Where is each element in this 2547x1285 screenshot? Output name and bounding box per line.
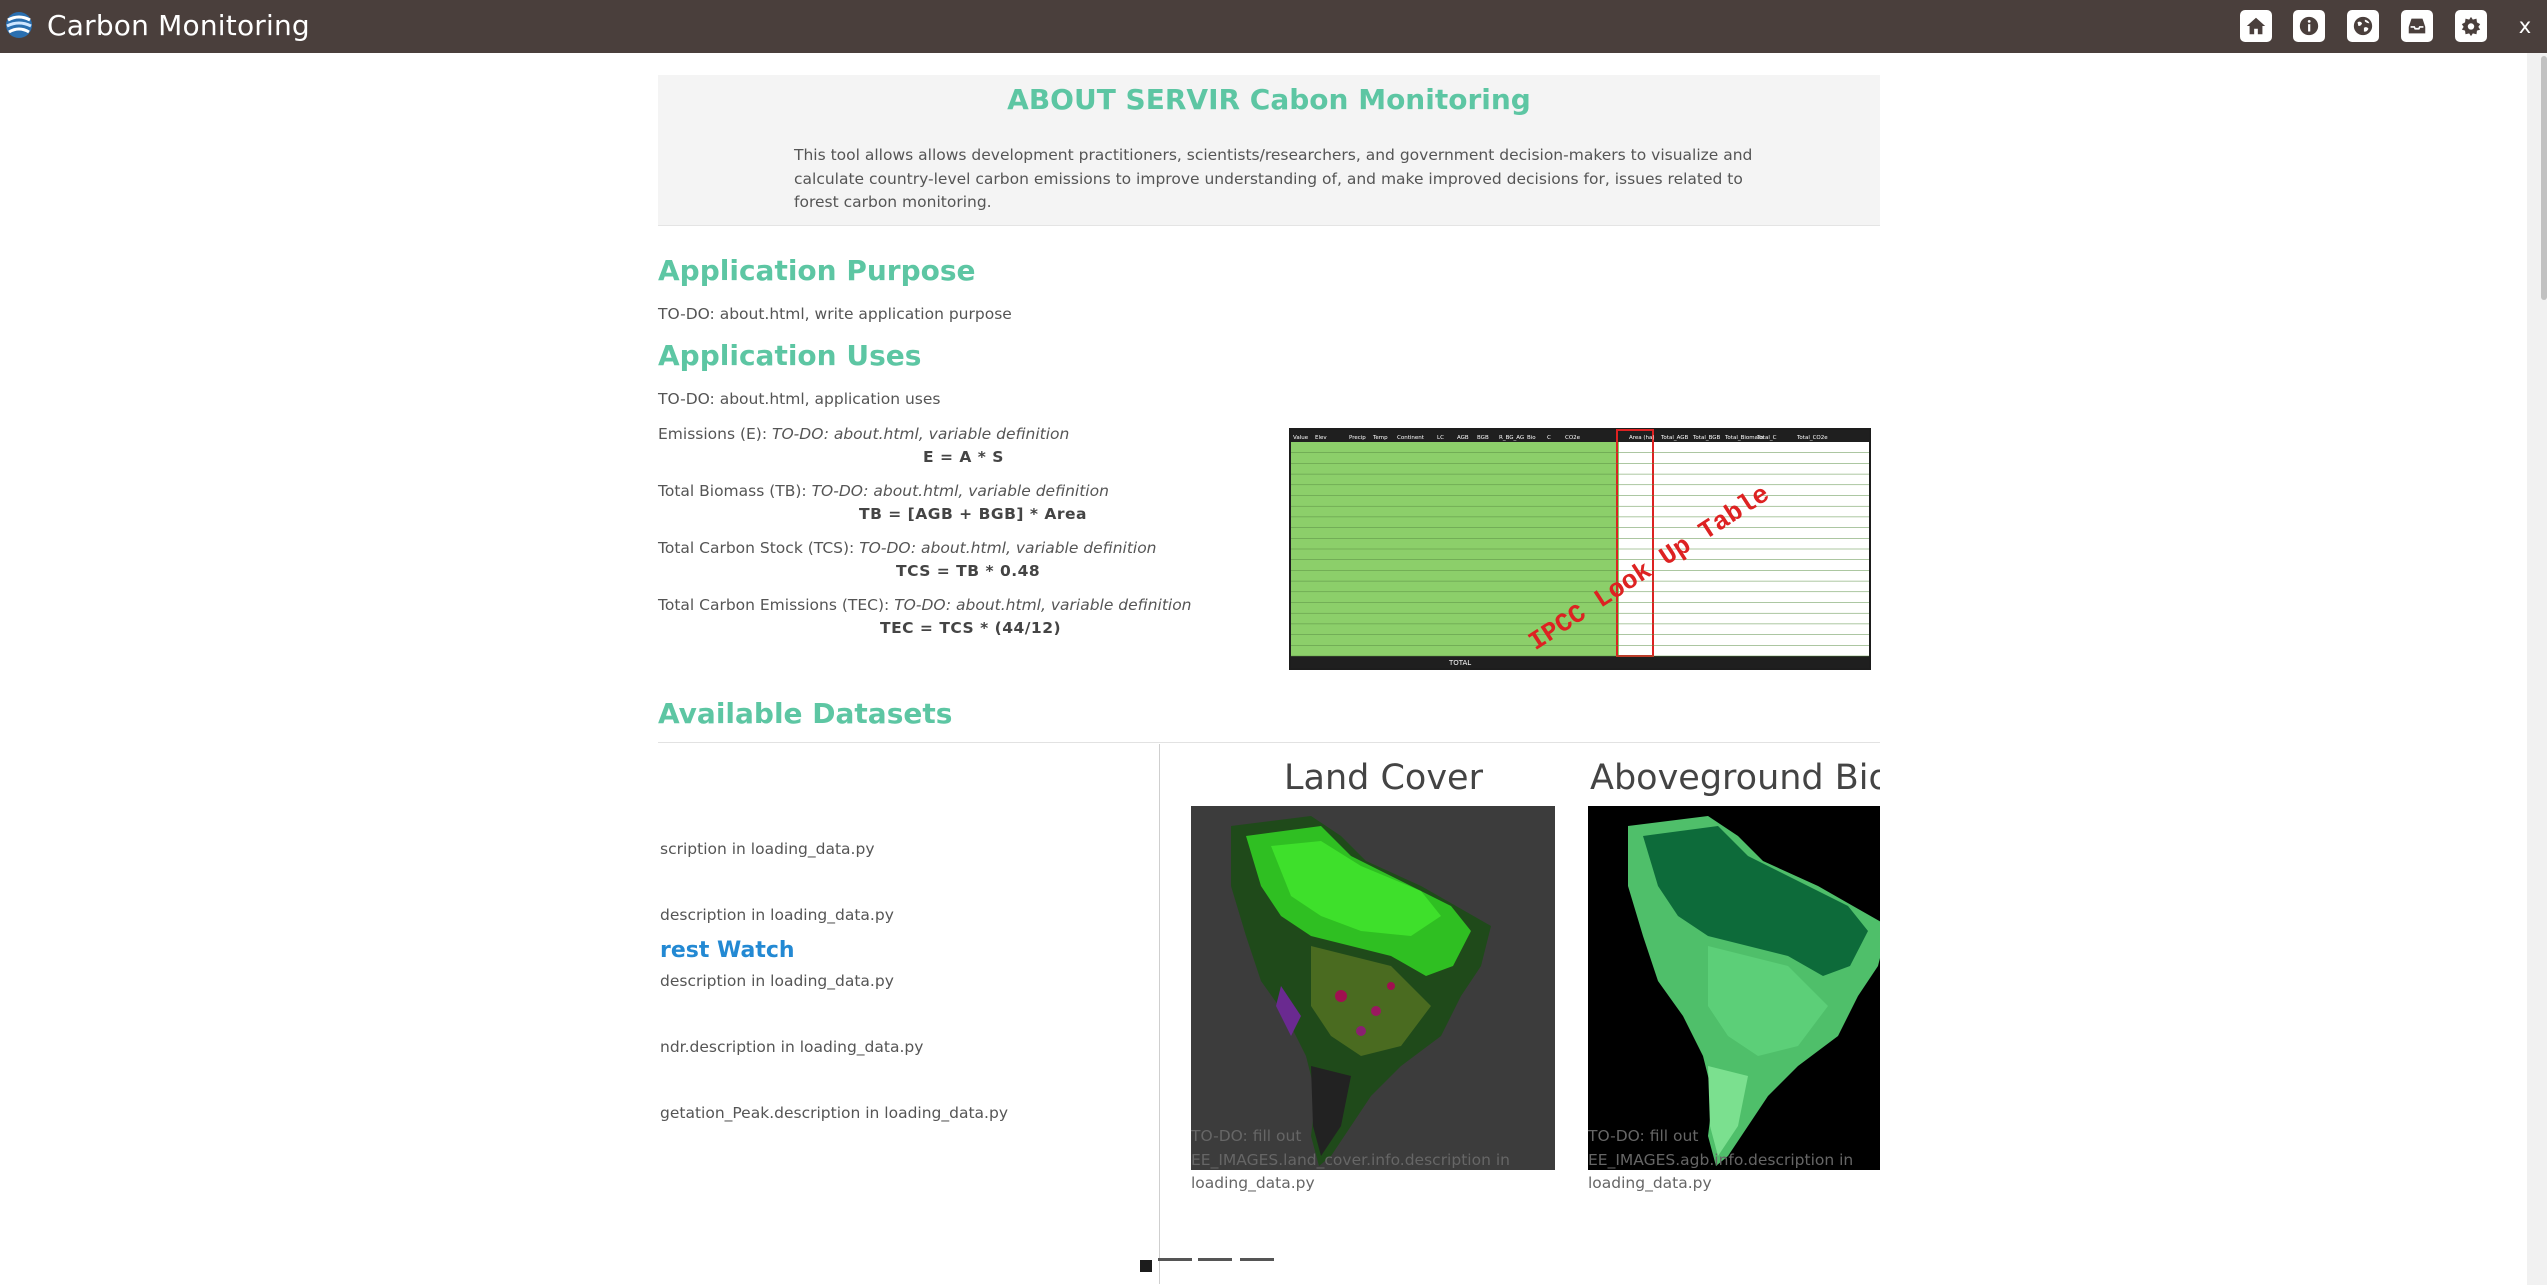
ipcc-lookup-table-image: Value Elev Precip Temp Continent LC AGB BGB R_BG… — [1289, 428, 1871, 670]
about-description: This tool allows allows development prac… — [794, 146, 1753, 211]
formula-total-carbon-emissions: TEC = TCS * (44/12) — [880, 619, 1062, 637]
lookup-header-cell: Temp — [1372, 435, 1388, 441]
dataset-link[interactable]: rest Watch — [660, 938, 795, 963]
lookup-header-cell: LC — [1437, 435, 1444, 441]
top-bar: Carbon Monitoring x — [0, 0, 2547, 53]
gear-icon — [2461, 16, 2481, 37]
lookup-table-graphic: Value Elev Precip Temp Continent LC AGB BGB R_BG… — [1291, 429, 1869, 668]
dataset-carousel[interactable]: Land Cover TO-DO: fill out EE_IMAGES.lan… — [1190, 750, 1880, 1285]
info-button[interactable] — [2293, 10, 2325, 42]
dataset-list-item[interactable]: ndr.description in loading_data.py — [660, 1038, 923, 1056]
datasets-divider — [658, 742, 1880, 743]
dataset-list-item[interactable]: description in loading_data.py — [660, 972, 894, 990]
lookup-header-cell: Continent — [1397, 435, 1425, 441]
definition-label: Total Carbon Stock (TCS): — [658, 539, 855, 557]
carousel-indicator-active[interactable] — [1140, 1260, 1152, 1272]
formula-total-carbon-stock: TCS = TB * 0.48 — [896, 562, 1041, 580]
definition-total-carbon-stock: Total Carbon Stock (TCS): TO-DO: about.h… — [658, 539, 1157, 557]
definition-todo: TO-DO: about.html, variable definition — [894, 596, 1192, 614]
lookup-header-cell: Total_CO2e — [1796, 435, 1828, 441]
app-title: Carbon Monitoring — [47, 9, 310, 42]
definition-todo: TO-DO: about.html, variable definition — [772, 425, 1070, 443]
lookup-header-cell: R_BG_AG — [1499, 435, 1524, 441]
formula-total-biomass: TB = [AGB + BGB] * Area — [859, 505, 1088, 523]
lookup-header-cell: Total_C — [1756, 435, 1777, 441]
home-button[interactable] — [2240, 10, 2272, 42]
inbox-button[interactable] — [2401, 10, 2433, 42]
close-button[interactable]: x — [2514, 11, 2536, 41]
land-cover-map-image[interactable] — [1191, 806, 1555, 1170]
globe-button[interactable] — [2347, 10, 2379, 42]
lookup-total-label: TOTAL — [1448, 659, 1471, 667]
about-title: ABOUT SERVIR Cabon Monitoring — [1007, 83, 1531, 116]
lookup-header-cell: Elev — [1315, 435, 1327, 441]
definition-total-carbon-emissions: Total Carbon Emissions (TEC): TO-DO: abo… — [658, 596, 1192, 614]
lookup-header-cell: Area (ha) — [1629, 435, 1655, 441]
lookup-header-cell: BGB — [1477, 435, 1489, 441]
card-title-land-cover: Land Cover — [1284, 758, 1483, 798]
lookup-header-cell: Bio — [1527, 435, 1536, 441]
uses-heading: Application Uses — [658, 339, 922, 372]
settings-button[interactable] — [2455, 10, 2487, 42]
inbox-icon — [2408, 18, 2426, 34]
about-panel: ABOUT SERVIR Cabon Monitoring This tool … — [658, 75, 1880, 226]
globe-icon — [2353, 16, 2373, 36]
app-logo-icon[interactable] — [2, 8, 36, 42]
carousel-indicator[interactable] — [1158, 1258, 1192, 1261]
lookup-header-cell: Total_BGB — [1692, 435, 1721, 441]
definition-emissions: Emissions (E): TO-DO: about.html, variab… — [658, 425, 1069, 443]
dataset-list-item[interactable]: scription in loading_data.py — [660, 840, 875, 858]
purpose-text: TO-DO: about.html, write application pur… — [658, 305, 1012, 323]
card-desc-land-cover: TO-DO: fill out EE_IMAGES.land_cover.inf… — [1191, 1127, 1510, 1192]
lookup-header-cell: Total_AGB — [1660, 435, 1689, 441]
uses-text: TO-DO: about.html, application uses — [658, 390, 941, 408]
card-desc-aboveground-biomass: TO-DO: fill out EE_IMAGES.agb.info.descr… — [1588, 1127, 1854, 1192]
purpose-heading: Application Purpose — [658, 254, 976, 287]
lookup-header-cell: AGB — [1457, 435, 1469, 441]
south-america-land-cover-graphic — [1231, 816, 1491, 1166]
card-title-aboveground-biomass: Aboveground Biomass — [1590, 758, 1880, 798]
carousel-indicator[interactable] — [1240, 1258, 1274, 1261]
definition-label: Total Carbon Emissions (TEC): — [658, 596, 890, 614]
south-america-biomass-graphic — [1628, 816, 1880, 1166]
scrollbar-thumb[interactable] — [2541, 56, 2547, 300]
info-icon — [2299, 16, 2319, 36]
definition-todo: TO-DO: about.html, variable definition — [811, 482, 1109, 500]
lookup-header-cell: C — [1547, 435, 1551, 441]
carousel-indicator[interactable] — [1198, 1258, 1232, 1261]
lookup-header-cell: CO2e — [1565, 435, 1581, 441]
dataset-list-item[interactable]: getation_Peak.description in loading_dat… — [660, 1104, 1008, 1122]
formula-emissions: E = A * S — [923, 448, 1004, 466]
lookup-header-cell: Precip — [1349, 435, 1366, 441]
definition-total-biomass: Total Biomass (TB): TO-DO: about.html, v… — [658, 482, 1109, 500]
definition-label: Emissions (E): — [658, 425, 768, 443]
datasets-heading: Available Datasets — [658, 697, 953, 730]
definition-label: Total Biomass (TB): — [658, 482, 807, 500]
aboveground-biomass-map-image[interactable] — [1588, 806, 1880, 1170]
home-icon — [2246, 17, 2266, 35]
definition-todo: TO-DO: about.html, variable definition — [859, 539, 1157, 557]
lookup-header-cell: Value — [1293, 435, 1309, 441]
dataset-list-item[interactable]: description in loading_data.py — [660, 906, 894, 924]
datasets-separator — [1159, 744, 1160, 1284]
